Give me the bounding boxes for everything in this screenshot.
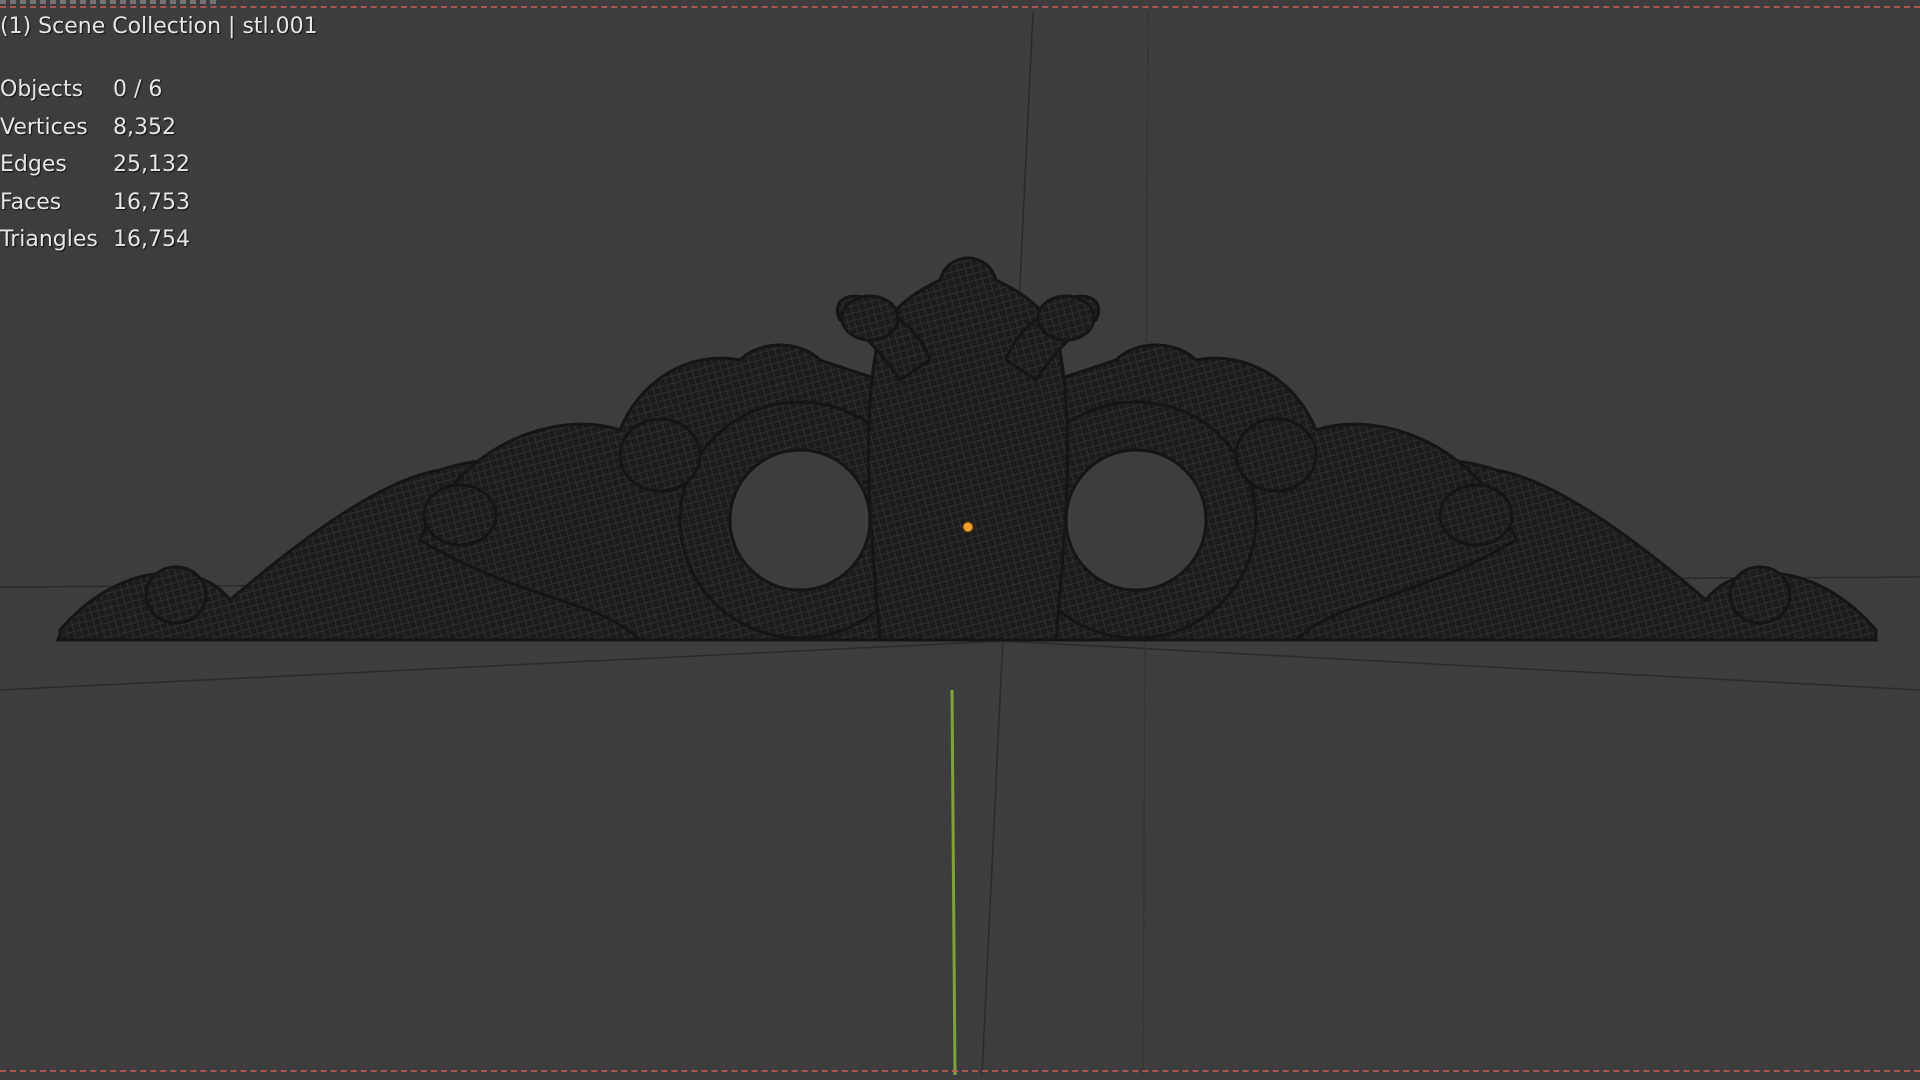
stat-row-edges: Edges 25,132 bbox=[0, 150, 190, 188]
object-origin-icon[interactable] bbox=[962, 521, 974, 533]
region-border-bottom bbox=[0, 1070, 1920, 1072]
ornament-mesh[interactable] bbox=[55, 256, 1879, 642]
viewport-scene-info: (1) Scene Collection | stl.001 bbox=[0, 14, 318, 39]
stat-value: 16,753 bbox=[113, 189, 190, 215]
stat-value: 0 / 6 bbox=[113, 77, 163, 102]
3d-viewport[interactable]: (1) Scene Collection | stl.001 Objects 0… bbox=[0, 0, 1920, 1080]
scene-canvas[interactable] bbox=[0, 0, 1920, 1080]
floor-line-left bbox=[0, 640, 1004, 691]
statistics-overlay: Objects 0 / 6 Vertices 8,352 Edges 25,13… bbox=[0, 75, 190, 263]
stat-label: Objects bbox=[0, 77, 84, 102]
floor-line-right bbox=[1002, 640, 1920, 691]
stat-row-triangles: Triangles 16,754 bbox=[0, 225, 190, 263]
stat-label: Edges bbox=[0, 152, 67, 178]
stat-label: Faces bbox=[0, 189, 62, 215]
y-axis-line bbox=[950, 689, 957, 1076]
stat-row-vertices: Vertices 8,352 bbox=[0, 113, 190, 151]
stat-value: 25,132 bbox=[113, 152, 190, 178]
stat-value: 8,352 bbox=[113, 114, 176, 140]
stat-row-objects: Objects 0 / 6 bbox=[0, 75, 190, 113]
stat-label: Vertices bbox=[0, 114, 88, 140]
stat-row-faces: Faces 16,753 bbox=[0, 188, 190, 226]
stat-label: Triangles bbox=[0, 227, 98, 253]
stat-value: 16,754 bbox=[113, 227, 190, 253]
